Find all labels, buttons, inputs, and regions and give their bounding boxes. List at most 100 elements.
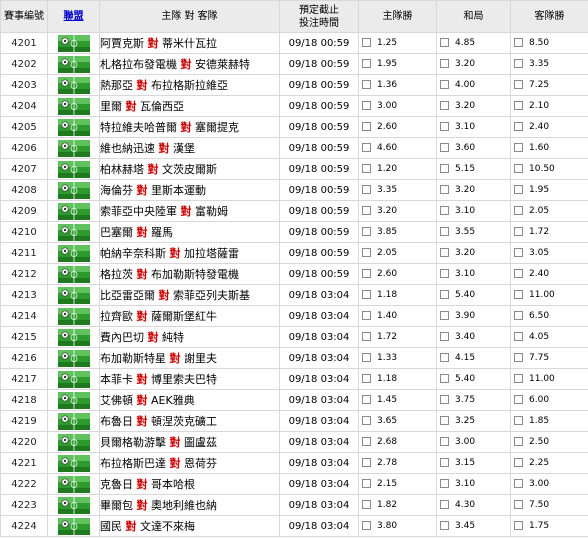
home-win-cell[interactable]: 1.45 xyxy=(359,390,437,411)
home-win-cell[interactable]: 1.18 xyxy=(359,369,437,390)
home-win-cell[interactable]: 3.00 xyxy=(359,96,437,117)
soccer-league-icon[interactable] xyxy=(58,224,90,241)
draw-cell[interactable]: 3.20 xyxy=(437,180,511,201)
home-win-checkbox[interactable] xyxy=(362,416,371,425)
league-cell[interactable] xyxy=(48,327,100,348)
home-win-cell[interactable]: 1.82 xyxy=(359,495,437,516)
home-win-cell[interactable]: 2.60 xyxy=(359,264,437,285)
soccer-league-icon[interactable] xyxy=(58,329,90,346)
draw-cell[interactable]: 3.10 xyxy=(437,117,511,138)
draw-checkbox[interactable] xyxy=(440,122,449,131)
home-win-checkbox[interactable] xyxy=(362,248,371,257)
draw-checkbox[interactable] xyxy=(440,500,449,509)
soccer-league-icon[interactable] xyxy=(58,434,90,451)
draw-cell[interactable]: 3.10 xyxy=(437,474,511,495)
draw-checkbox[interactable] xyxy=(440,521,449,530)
draw-cell[interactable]: 4.30 xyxy=(437,495,511,516)
away-win-checkbox[interactable] xyxy=(514,143,523,152)
soccer-league-icon[interactable] xyxy=(58,308,90,325)
home-win-checkbox[interactable] xyxy=(362,374,371,383)
away-win-checkbox[interactable] xyxy=(514,101,523,110)
home-win-checkbox[interactable] xyxy=(362,458,371,467)
away-win-cell[interactable]: 2.40 xyxy=(511,264,588,285)
home-win-checkbox[interactable] xyxy=(362,269,371,278)
league-cell[interactable] xyxy=(48,495,100,516)
away-win-checkbox[interactable] xyxy=(514,479,523,488)
away-win-cell[interactable]: 6.00 xyxy=(511,390,588,411)
away-win-checkbox[interactable] xyxy=(514,395,523,404)
draw-cell[interactable]: 5.15 xyxy=(437,159,511,180)
draw-checkbox[interactable] xyxy=(440,290,449,299)
draw-checkbox[interactable] xyxy=(440,395,449,404)
draw-cell[interactable]: 3.60 xyxy=(437,138,511,159)
soccer-league-icon[interactable] xyxy=(58,119,90,136)
away-win-cell[interactable]: 1.72 xyxy=(511,222,588,243)
league-cell[interactable] xyxy=(48,33,100,54)
draw-cell[interactable]: 3.25 xyxy=(437,411,511,432)
soccer-league-icon[interactable] xyxy=(58,182,90,199)
soccer-league-icon[interactable] xyxy=(58,497,90,514)
draw-checkbox[interactable] xyxy=(440,248,449,257)
draw-cell[interactable]: 3.20 xyxy=(437,243,511,264)
home-win-cell[interactable]: 3.35 xyxy=(359,180,437,201)
away-win-checkbox[interactable] xyxy=(514,185,523,194)
draw-checkbox[interactable] xyxy=(440,101,449,110)
draw-cell[interactable]: 3.40 xyxy=(437,327,511,348)
home-win-checkbox[interactable] xyxy=(362,353,371,362)
home-win-checkbox[interactable] xyxy=(362,290,371,299)
draw-cell[interactable]: 5.40 xyxy=(437,285,511,306)
away-win-cell[interactable]: 2.05 xyxy=(511,201,588,222)
home-win-checkbox[interactable] xyxy=(362,206,371,215)
soccer-league-icon[interactable] xyxy=(58,35,90,52)
draw-cell[interactable]: 4.00 xyxy=(437,75,511,96)
away-win-cell[interactable]: 1.85 xyxy=(511,411,588,432)
soccer-league-icon[interactable] xyxy=(58,371,90,388)
draw-cell[interactable]: 5.40 xyxy=(437,369,511,390)
home-win-checkbox[interactable] xyxy=(362,332,371,341)
league-cell[interactable] xyxy=(48,222,100,243)
away-win-cell[interactable]: 3.05 xyxy=(511,243,588,264)
away-win-cell[interactable]: 1.60 xyxy=(511,138,588,159)
draw-checkbox[interactable] xyxy=(440,374,449,383)
home-win-cell[interactable]: 1.40 xyxy=(359,306,437,327)
away-win-checkbox[interactable] xyxy=(514,290,523,299)
away-win-checkbox[interactable] xyxy=(514,521,523,530)
soccer-league-icon[interactable] xyxy=(58,140,90,157)
home-win-cell[interactable]: 1.25 xyxy=(359,33,437,54)
soccer-league-icon[interactable] xyxy=(58,56,90,73)
soccer-league-icon[interactable] xyxy=(58,350,90,367)
league-cell[interactable] xyxy=(48,369,100,390)
home-win-cell[interactable]: 1.72 xyxy=(359,327,437,348)
away-win-cell[interactable]: 11.00 xyxy=(511,285,588,306)
home-win-checkbox[interactable] xyxy=(362,80,371,89)
draw-checkbox[interactable] xyxy=(440,206,449,215)
league-cell[interactable] xyxy=(48,432,100,453)
away-win-cell[interactable]: 4.05 xyxy=(511,327,588,348)
league-cell[interactable] xyxy=(48,117,100,138)
league-cell[interactable] xyxy=(48,285,100,306)
draw-cell[interactable]: 3.45 xyxy=(437,516,511,537)
draw-checkbox[interactable] xyxy=(440,59,449,68)
league-cell[interactable] xyxy=(48,96,100,117)
draw-cell[interactable]: 3.55 xyxy=(437,222,511,243)
home-win-checkbox[interactable] xyxy=(362,101,371,110)
away-win-cell[interactable]: 7.25 xyxy=(511,75,588,96)
draw-checkbox[interactable] xyxy=(440,185,449,194)
home-win-checkbox[interactable] xyxy=(362,500,371,509)
draw-cell[interactable]: 4.15 xyxy=(437,348,511,369)
away-win-checkbox[interactable] xyxy=(514,227,523,236)
home-win-checkbox[interactable] xyxy=(362,143,371,152)
home-win-checkbox[interactable] xyxy=(362,59,371,68)
soccer-league-icon[interactable] xyxy=(58,413,90,430)
league-cell[interactable] xyxy=(48,54,100,75)
away-win-cell[interactable]: 3.35 xyxy=(511,54,588,75)
draw-checkbox[interactable] xyxy=(440,458,449,467)
home-win-cell[interactable]: 2.68 xyxy=(359,432,437,453)
away-win-checkbox[interactable] xyxy=(514,437,523,446)
league-cell[interactable] xyxy=(48,348,100,369)
soccer-league-icon[interactable] xyxy=(58,392,90,409)
league-cell[interactable] xyxy=(48,306,100,327)
home-win-checkbox[interactable] xyxy=(362,38,371,47)
away-win-cell[interactable]: 2.25 xyxy=(511,453,588,474)
home-win-cell[interactable]: 1.36 xyxy=(359,75,437,96)
